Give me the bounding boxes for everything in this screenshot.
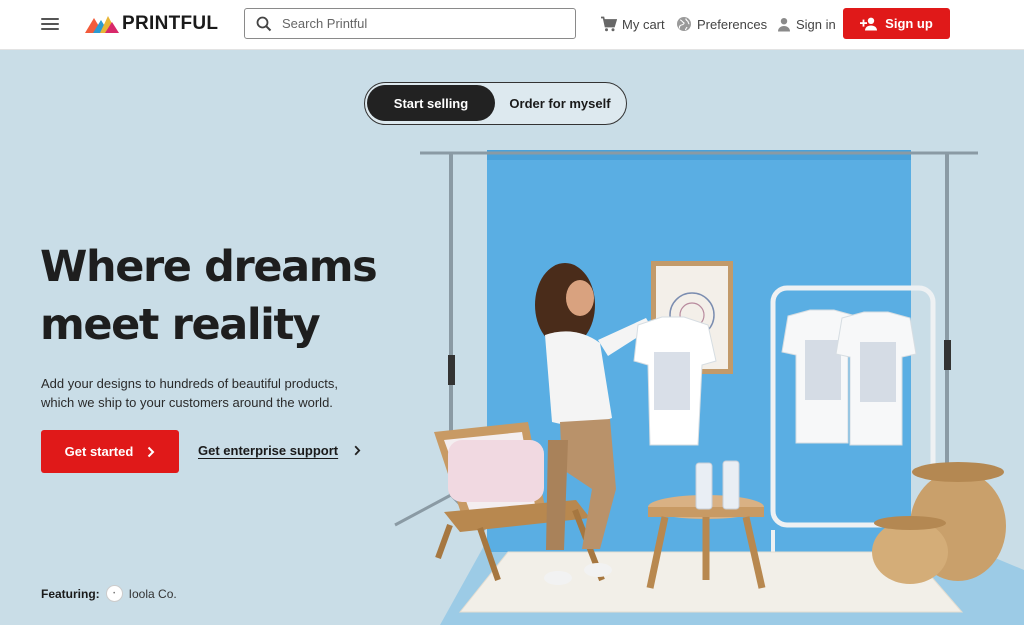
featuring-label: Featuring: (41, 586, 100, 601)
tab-order-for-myself[interactable]: Order for myself (497, 85, 623, 121)
search-input[interactable] (282, 16, 562, 31)
featuring-brand-name: Ioola Co. (128, 586, 177, 601)
logo-text: PRINTFUL (122, 13, 219, 34)
headline-line-2: meet reality (40, 300, 321, 350)
enterprise-support-link[interactable]: Get enterprise support (198, 443, 361, 458)
get-started-button[interactable]: Get started (41, 430, 179, 473)
preferences-link[interactable]: Preferences (676, 14, 767, 34)
get-started-label: Get started (64, 444, 134, 459)
preferences-label: Preferences (697, 16, 768, 32)
signup-button[interactable]: Sign up (843, 8, 950, 39)
tumbler-2 (722, 460, 740, 510)
person-icon (778, 17, 790, 31)
globe-icon (677, 17, 691, 31)
featuring-credit: Featuring: • Ioola Co. (41, 585, 177, 602)
hero-photo (394, 150, 1024, 625)
tumbler-1 (695, 462, 713, 510)
brand-logo-icon: • (105, 585, 123, 602)
menu-icon[interactable] (41, 16, 59, 32)
add-person-icon (860, 17, 878, 30)
chevron-right-icon (148, 446, 155, 457)
logo-mark-icon (85, 16, 119, 33)
cart-icon (601, 16, 617, 32)
chevron-right-icon (354, 445, 361, 456)
tab-start-selling[interactable]: Start selling (367, 85, 495, 121)
headline-line-1: Where dreams (40, 242, 378, 292)
signin-link[interactable]: Sign in (777, 14, 836, 34)
cart-label: My cart (622, 16, 665, 32)
signin-label: Sign in (796, 16, 836, 32)
search-bar[interactable] (244, 8, 576, 39)
search-icon (256, 16, 272, 31)
cart-link[interactable]: My cart (600, 14, 665, 34)
audience-toggle: Start selling Order for myself (364, 82, 627, 125)
hero-headline: Where dreams meet reality (40, 238, 400, 354)
printful-logo[interactable]: PRINTFUL (85, 12, 218, 36)
enterprise-support-label: Get enterprise support (198, 443, 339, 458)
top-header: PRINTFUL My cart Preferences Sign in (0, 0, 1024, 50)
signup-label: Sign up (885, 16, 933, 31)
hero-subtext: Add your designs to hundreds of beautifu… (41, 376, 339, 410)
